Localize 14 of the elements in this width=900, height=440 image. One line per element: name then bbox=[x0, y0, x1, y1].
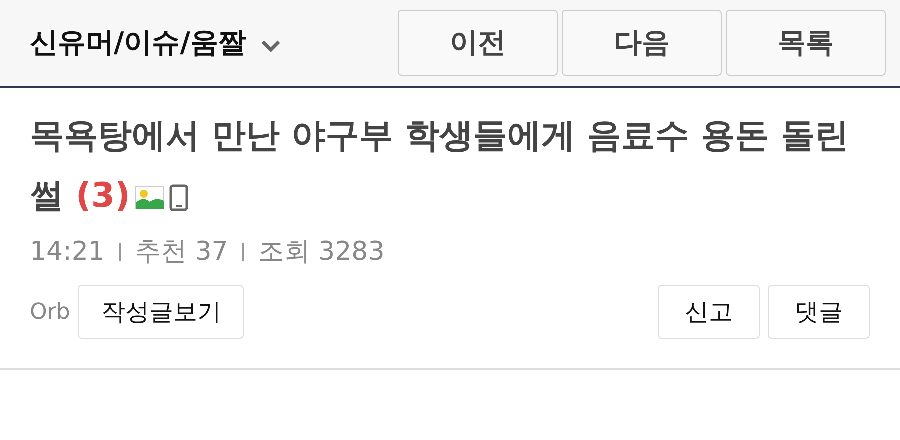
action-button[interactable]: 신고 bbox=[658, 285, 760, 339]
nav-button[interactable]: 다음 bbox=[562, 10, 722, 76]
author-name[interactable]: Orb bbox=[30, 300, 70, 324]
view-posts-button[interactable]: 작성글보기 bbox=[78, 285, 244, 339]
comment-count[interactable]: (3) bbox=[76, 176, 131, 216]
nav-button[interactable]: 이전 bbox=[398, 10, 558, 76]
board-title[interactable]: 신유머/이슈/움짤 bbox=[30, 24, 246, 62]
post-meta: 조회 3283 bbox=[258, 236, 385, 269]
nav-button[interactable]: 목록 bbox=[726, 10, 886, 76]
action-button[interactable]: 댓글 bbox=[768, 285, 870, 339]
chevron-down-icon[interactable] bbox=[260, 39, 282, 53]
post-title: 목욕탕에서 만난 야구부 학생들에게 음료수 용돈 돌린 썰 (3) bbox=[30, 115, 850, 218]
post-meta: 추천 37 bbox=[134, 236, 228, 269]
post-meta: 14:21 bbox=[30, 236, 105, 266]
